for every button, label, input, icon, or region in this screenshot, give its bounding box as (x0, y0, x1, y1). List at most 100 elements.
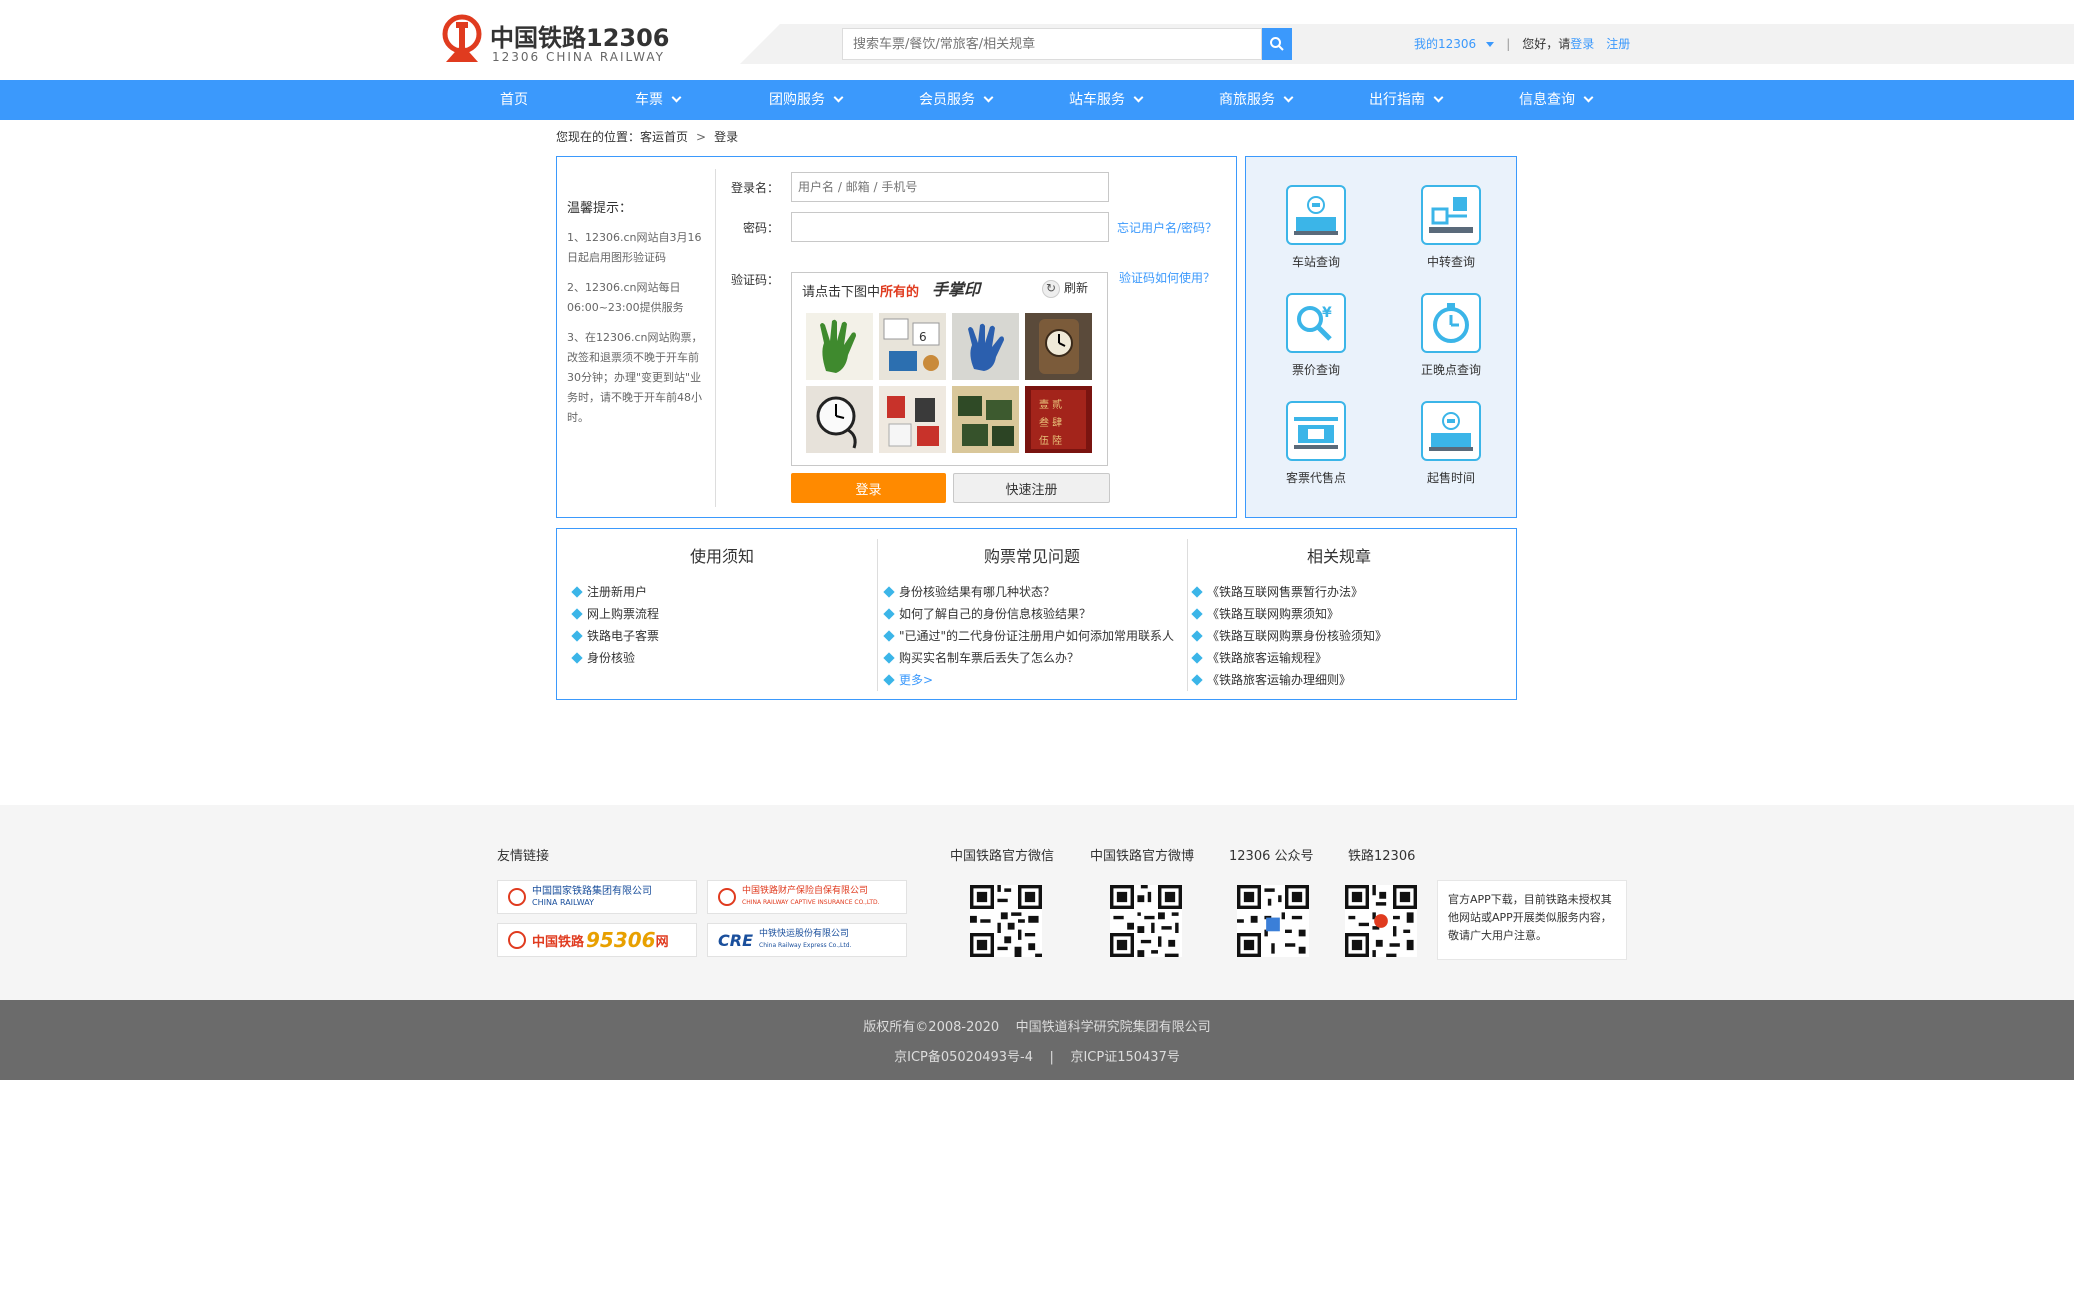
quick-services-panel: 车站查询 中转查询 ¥ 票价查询 正晚点查询 客票代售点 起售时间 (1245, 156, 1517, 518)
nav-item-info[interactable]: 信息查询 (1519, 80, 1594, 120)
nav-item-member[interactable]: 会员服务 (919, 80, 994, 120)
captcha-image-cards[interactable]: 6 (879, 313, 946, 380)
captcha-prompt-emphasis: 所有的 (880, 285, 920, 300)
captcha-image-red-calligraphy[interactable]: 壹 貳 叁 肆 伍 陸 (1025, 386, 1092, 453)
nav-item-home[interactable]: 首页 (500, 80, 528, 120)
search-button[interactable] (1262, 28, 1292, 60)
search-icon (1270, 37, 1284, 51)
register-link[interactable]: 注册 (1606, 34, 1630, 54)
list-item[interactable]: 身份核验结果有哪几种状态？ (883, 581, 1174, 603)
rules-column: 相关规章 《铁路互联网售票暂行办法》 《铁路互联网购票须知》 《铁路互联网购票身… (1187, 529, 1517, 701)
forgot-password-link[interactable]: 忘记用户名/密码？ (1117, 219, 1217, 236)
transfer-icon (1421, 185, 1481, 245)
quick-item-delay[interactable]: 正晚点查询 (1401, 293, 1501, 378)
faq-title: 购票常见问题 (984, 547, 1081, 566)
username-input[interactable] (791, 172, 1109, 202)
my12306-link[interactable]: 我的12306 (1414, 34, 1476, 54)
breadcrumb: 您现在的位置：客运首页 > 登录 (556, 128, 738, 146)
partner-name-en: China Railway Express Co.,Ltd. (759, 942, 852, 949)
list-item[interactable]: 《铁路旅客运输办理细则》 (1191, 669, 1387, 691)
faq-list: 身份核验结果有哪几种状态？ 如何了解自己的身份信息核验结果？ "已通过"的二代身… (883, 581, 1175, 691)
cre-logo-icon: CRE (718, 930, 753, 950)
captcha-image-wall-clock[interactable] (806, 386, 873, 453)
faq-more-link[interactable]: 更多> (883, 669, 1174, 691)
chevron-down-icon (1486, 42, 1495, 47)
chevron-down-icon (1283, 92, 1294, 103)
partner-link-insurance[interactable]: 中国铁路财产保险自保有限公司 CHINA RAILWAY CAPTIVE INS… (707, 880, 907, 914)
partner-link-china-railway[interactable]: 中国国家铁路集团有限公司 CHINA RAILWAY (497, 880, 697, 914)
list-item[interactable]: 注册新用户 (571, 581, 659, 603)
quick-label: 客票代售点 (1285, 471, 1346, 485)
info-panel: 使用须知 注册新用户 网上购票流程 铁路电子客票 身份核验 购票常见问题 身份核… (556, 528, 1517, 700)
diamond-bullet-icon (883, 607, 895, 620)
qr-code-official-account-icon (1237, 885, 1309, 957)
nav-item-tickets[interactable]: 车票 (635, 80, 682, 120)
list-item[interactable]: 《铁路互联网购票须知》 (1191, 603, 1387, 625)
nav-item-group[interactable]: 团购服务 (769, 80, 844, 120)
password-label: 密码： (742, 221, 779, 235)
notice-column: 使用须知 注册新用户 网上购票流程 铁路电子客票 身份核验 (557, 529, 877, 701)
footer: 友情链接 中国国家铁路集团有限公司 CHINA RAILWAY 中国铁路财产保险… (0, 805, 2074, 1000)
captcha-image-seaweed[interactable] (952, 386, 1019, 453)
partner-name: 中国铁路 (532, 934, 585, 950)
login-link[interactable]: 登录 (1570, 34, 1594, 54)
railway-logo-icon (442, 14, 482, 62)
captcha-image-stamps[interactable] (879, 386, 946, 453)
tips-panel: 温馨提示： 1、12306.cn网站自3月16日起启用图形验证码 2、12306… (567, 197, 707, 438)
nav-label: 车票 (635, 92, 663, 108)
partner-name: 中国铁路财产保险自保有限公司 (742, 886, 869, 896)
railway-logo-icon (718, 888, 736, 906)
partner-link-cre[interactable]: CRE 中铁快运股份有限公司 China Railway Express Co.… (707, 923, 907, 957)
diamond-bullet-icon (1191, 629, 1203, 642)
list-item-label: 《铁路旅客运输规程》 (1207, 651, 1328, 665)
quick-item-sale-time[interactable]: 起售时间 (1401, 401, 1501, 486)
login-button[interactable]: 登录 (791, 473, 946, 503)
greeting-text: 您好，请 (1522, 37, 1571, 51)
quick-item-fare[interactable]: ¥ 票价查询 (1266, 293, 1366, 378)
list-item-label: "已通过"的二代身份证注册用户如何添加常用联系人 (899, 629, 1175, 643)
partner-link-95306[interactable]: 中国铁路 95306 网 (497, 923, 697, 957)
icp-text: 京ICP备05020493号-4 | 京ICP证150437号 (894, 1050, 1180, 1065)
captcha-target-word: 手掌印 (932, 280, 981, 299)
tip-item: 1、12306.cn网站自3月16日起启用图形验证码 (567, 231, 702, 264)
quick-item-station[interactable]: 车站查询 (1266, 185, 1366, 270)
chevron-down-icon (1433, 92, 1444, 103)
breadcrumb-home[interactable]: 客运首页 (640, 130, 688, 144)
nav-item-business[interactable]: 商旅服务 (1219, 80, 1294, 120)
nav-item-guide[interactable]: 出行指南 (1369, 80, 1444, 120)
friend-links-title: 友情链接 (497, 849, 550, 864)
list-item[interactable]: 《铁路互联网购票身份核验须知》 (1191, 625, 1387, 647)
captcha-refresh-button[interactable]: ↻ 刷新 (1042, 277, 1088, 299)
list-item[interactable]: 购买实名制车票后丢失了怎么办？ (883, 647, 1174, 669)
list-item[interactable]: 网上购票流程 (571, 603, 659, 625)
chevron-down-icon (1133, 92, 1144, 103)
nav-item-station[interactable]: 站车服务 (1069, 80, 1144, 120)
captcha-help-link[interactable]: 验证码如何使用？ (1119, 269, 1215, 286)
main-nav: 首页 车票 团购服务 会员服务 站车服务 商旅服务 出行指南 信息查询 (0, 80, 2074, 120)
list-item[interactable]: "已通过"的二代身份证注册用户如何添加常用联系人 (883, 625, 1175, 647)
captcha-image-palm-green[interactable] (806, 313, 873, 380)
diamond-bullet-icon (571, 651, 583, 664)
captcha-image-clock[interactable] (1025, 313, 1092, 380)
quick-register-button[interactable]: 快速注册 (953, 473, 1110, 503)
quick-item-agent[interactable]: 客票代售点 (1266, 401, 1366, 486)
list-item[interactable]: 如何了解自己的身份信息核验结果？ (883, 603, 1174, 625)
list-item[interactable]: 身份核验 (571, 647, 659, 669)
password-input[interactable] (791, 212, 1109, 242)
nav-label: 站车服务 (1069, 92, 1125, 108)
captcha-image-palm-blue[interactable] (952, 313, 1019, 380)
captcha-panel: 请点击下图中所有的 手掌印 ↻ 刷新 6 壹 貳 叁 肆 伍 陸 (791, 272, 1108, 466)
search-input[interactable] (842, 28, 1262, 60)
qr-label-official-account: 12306 公众号 (1229, 849, 1314, 864)
logo[interactable]: 中国铁路12306 12306 CHINA RAILWAY (440, 14, 670, 66)
chevron-down-icon (1583, 92, 1594, 103)
qr-code-wechat-icon (970, 885, 1042, 957)
list-item[interactable]: 铁路电子客票 (571, 625, 659, 647)
list-item[interactable]: 《铁路互联网售票暂行办法》 (1191, 581, 1387, 603)
divider (715, 169, 716, 507)
diamond-bullet-icon (1191, 651, 1203, 664)
diamond-bullet-icon (883, 651, 895, 664)
rules-list: 《铁路互联网售票暂行办法》 《铁路互联网购票须知》 《铁路互联网购票身份核验须知… (1191, 581, 1387, 691)
list-item[interactable]: 《铁路旅客运输规程》 (1191, 647, 1387, 669)
quick-item-transfer[interactable]: 中转查询 (1401, 185, 1501, 270)
